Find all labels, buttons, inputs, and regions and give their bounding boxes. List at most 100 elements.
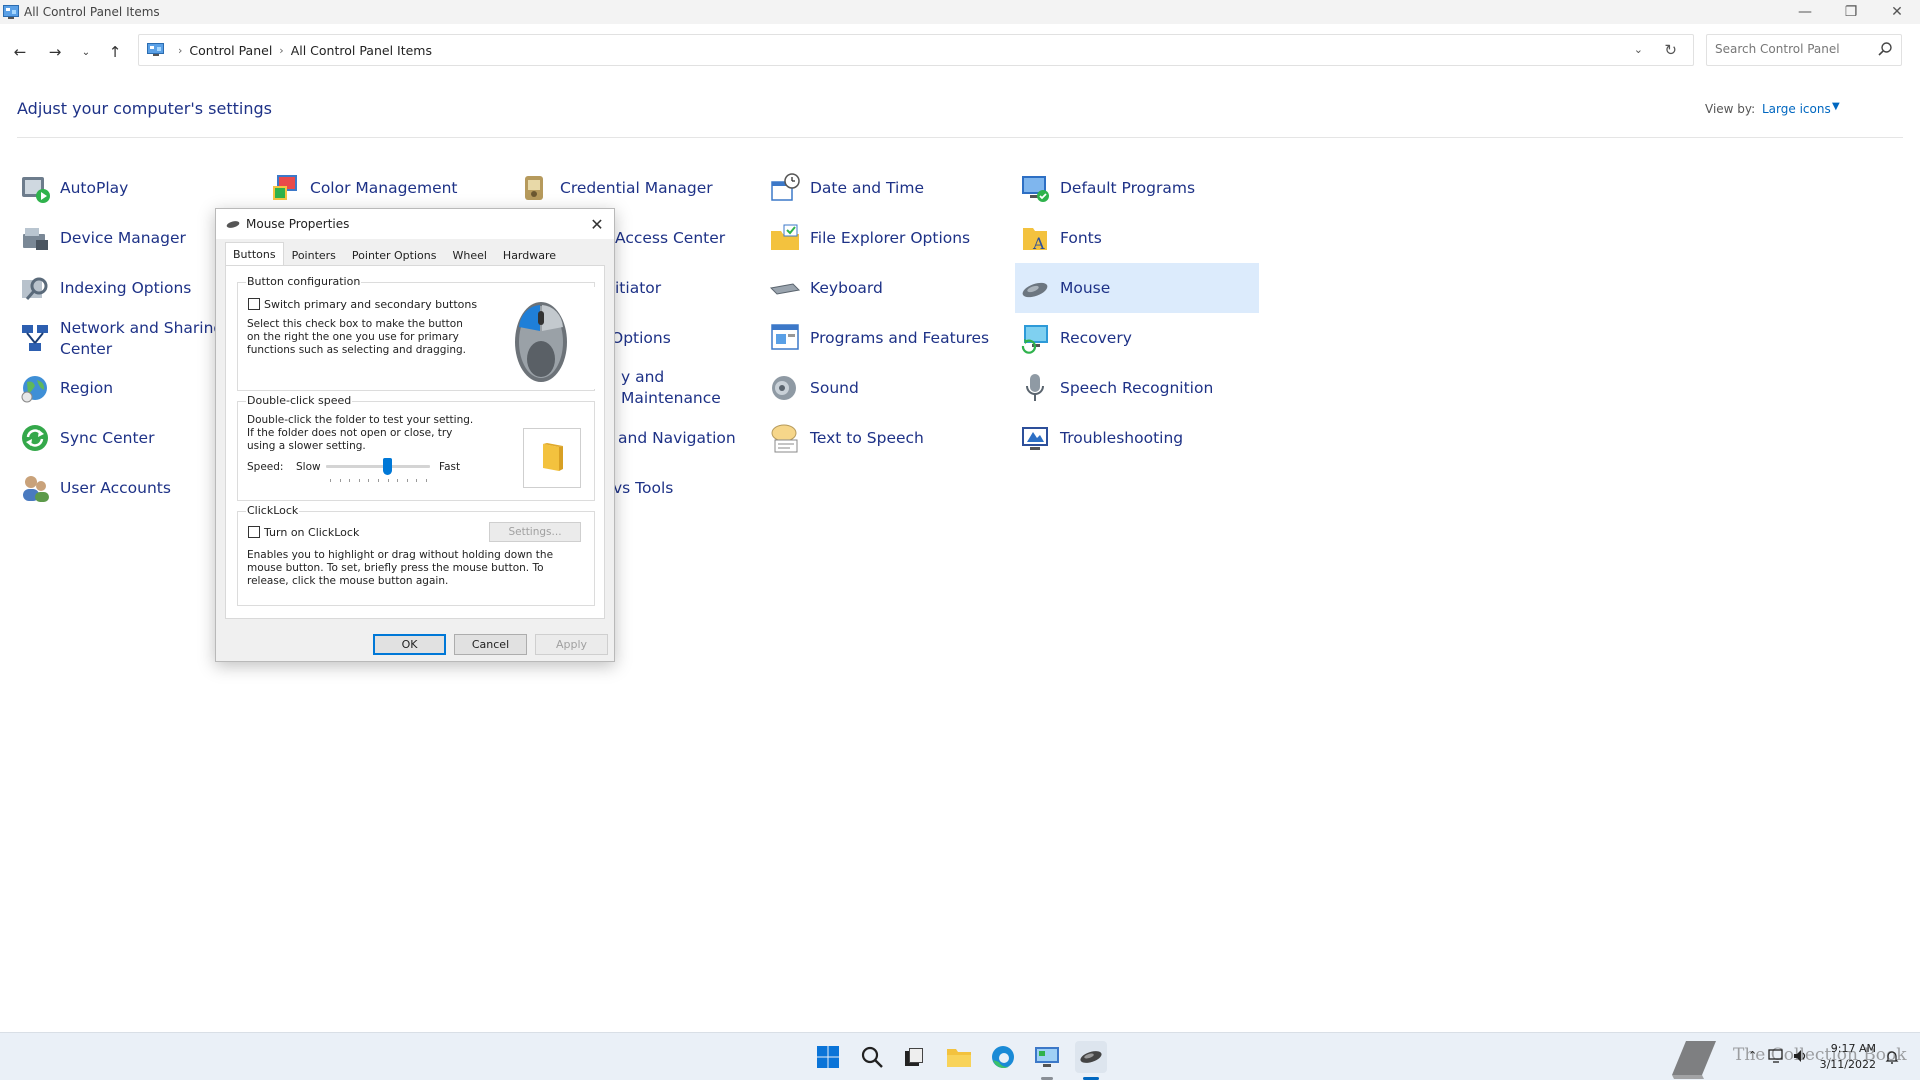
programs-features-icon xyxy=(771,324,799,350)
item-label: Recovery xyxy=(1060,328,1132,347)
item-file-explorer-options[interactable]: File Explorer Options xyxy=(765,213,1009,263)
slider-tick xyxy=(397,479,398,482)
breadcrumb-separator-icon: › xyxy=(279,43,284,57)
item-label: Programs and Features xyxy=(810,328,990,347)
item-programs-and-features[interactable]: Programs and Features xyxy=(765,313,1009,363)
up-arrow-icon[interactable]: ↑ xyxy=(101,38,129,66)
sync-center-icon xyxy=(22,425,48,451)
tray-overflow-chevron-icon[interactable]: ⌃ xyxy=(1748,1049,1757,1062)
item-sound[interactable]: Sound xyxy=(765,363,1009,413)
switch-buttons-checkbox[interactable] xyxy=(248,298,260,310)
tab-pointers[interactable]: Pointers xyxy=(284,245,344,265)
item-speech-recognition[interactable]: Speech Recognition xyxy=(1015,363,1259,413)
slider-tick xyxy=(340,479,341,482)
slider-tick xyxy=(407,479,408,482)
network-tray-icon[interactable] xyxy=(1768,1049,1784,1063)
item-autoplay[interactable]: AutoPlay xyxy=(15,163,259,213)
breadcrumb-all-items[interactable]: All Control Panel Items xyxy=(291,43,432,58)
item-keyboard[interactable]: Keyboard xyxy=(765,263,1009,313)
item-label: Date and Time xyxy=(810,178,924,197)
search-icon[interactable] xyxy=(856,1041,888,1073)
book-watermark-icon xyxy=(1672,1041,1716,1079)
recent-locations-chevron-icon[interactable]: ⌄ xyxy=(72,38,100,66)
clicklock-label[interactable]: Turn on ClickLock xyxy=(264,526,359,539)
back-arrow-icon[interactable]: ← xyxy=(6,38,34,66)
tray-time[interactable]: 9:17 AM xyxy=(1826,1042,1876,1055)
item-label: Troubleshooting xyxy=(1060,428,1184,447)
text-to-speech-icon xyxy=(771,424,798,453)
slider-tick xyxy=(349,479,350,482)
fast-label: Fast xyxy=(439,461,461,473)
header-divider xyxy=(17,137,1903,138)
item-troubleshooting[interactable]: Troubleshooting xyxy=(1015,413,1259,463)
item-color-management[interactable]: Color Management xyxy=(265,163,509,213)
folder-icon[interactable] xyxy=(537,441,567,473)
dialog-tabs: Buttons Pointers Pointer Options Wheel H… xyxy=(225,242,564,265)
address-dropdown-icon[interactable]: ⌄ xyxy=(1634,43,1643,56)
tab-wheel[interactable]: Wheel xyxy=(444,245,494,265)
credential-manager-icon xyxy=(525,176,543,200)
ok-button[interactable]: OK xyxy=(373,634,446,655)
double-click-speed-slider[interactable] xyxy=(326,458,430,486)
item-credential-manager[interactable]: Credential Manager xyxy=(515,163,759,213)
page-heading: Adjust your computer's settings xyxy=(17,99,272,118)
tab-hardware[interactable]: Hardware xyxy=(495,245,564,265)
button-configuration-group: Button configuration Switch primary and … xyxy=(237,275,596,391)
item-label: Sound xyxy=(810,378,859,397)
file-explorer-icon[interactable] xyxy=(943,1041,975,1073)
item-label: Region xyxy=(60,378,114,397)
item-label: itiator xyxy=(615,278,662,297)
search-box[interactable] xyxy=(1706,34,1902,66)
breadcrumb-separator-icon: › xyxy=(178,43,183,57)
item-date-and-time[interactable]: Date and Time xyxy=(765,163,1009,213)
minimize-icon[interactable]: — xyxy=(1782,0,1828,24)
item-label: Default Programs xyxy=(1060,178,1196,197)
cancel-button[interactable]: Cancel xyxy=(454,634,527,655)
slider-thumb[interactable] xyxy=(383,458,392,475)
mouse-properties-taskbar-icon[interactable] xyxy=(1075,1041,1107,1073)
view-by-dropdown[interactable]: Large icons xyxy=(1762,102,1831,116)
item-label: Device Manager xyxy=(60,228,186,247)
volume-tray-icon[interactable] xyxy=(1793,1049,1809,1063)
item-label: vs Tools xyxy=(613,478,674,497)
close-icon[interactable]: ✕ xyxy=(1874,0,1920,24)
tab-buttons[interactable]: Buttons xyxy=(225,242,284,265)
switch-buttons-label[interactable]: Switch primary and secondary buttons xyxy=(264,298,477,311)
clicklock-group: ClickLock Turn on ClickLock Settings... … xyxy=(237,504,595,606)
refresh-icon[interactable]: ↻ xyxy=(1664,41,1677,59)
tab-pointer-options[interactable]: Pointer Options xyxy=(344,245,445,265)
item-fonts[interactable]: A Fonts xyxy=(1015,213,1259,263)
buttons-tab-panel: Button configuration Switch primary and … xyxy=(225,265,605,619)
clicklock-checkbox[interactable] xyxy=(248,526,260,538)
item-recovery[interactable]: Recovery xyxy=(1015,313,1259,363)
item-default-programs[interactable]: Default Programs xyxy=(1015,163,1259,213)
breadcrumb-control-panel[interactable]: Control Panel xyxy=(189,43,272,58)
search-input[interactable] xyxy=(1715,42,1875,56)
search-icon[interactable] xyxy=(1877,41,1893,57)
clicklock-settings-button[interactable]: Settings... xyxy=(489,522,581,542)
region-globe-icon xyxy=(21,376,47,403)
fonts-icon: A xyxy=(1023,228,1047,253)
forward-arrow-icon[interactable]: → xyxy=(41,38,69,66)
item-mouse[interactable]: Mouse xyxy=(1015,263,1259,313)
item-text-to-speech[interactable]: Text to Speech xyxy=(765,413,1009,463)
restore-icon[interactable]: ❐ xyxy=(1828,0,1874,24)
group-label: ClickLock xyxy=(246,504,300,517)
item-label: Credential Manager xyxy=(560,178,713,197)
notifications-icon[interactable] xyxy=(1884,1049,1900,1065)
troubleshooting-icon xyxy=(1022,427,1048,450)
control-panel-taskbar-icon[interactable] xyxy=(1031,1041,1063,1073)
view-by-dropdown-arrow-icon[interactable]: ▼ xyxy=(1832,101,1840,112)
speed-label: Speed: xyxy=(247,461,284,473)
dialog-close-icon[interactable]: ✕ xyxy=(586,213,608,235)
tray-date[interactable]: 3/11/2022 xyxy=(1812,1058,1876,1071)
dialog-title-bar[interactable]: Mouse Properties ✕ xyxy=(216,209,614,239)
test-folder-area[interactable] xyxy=(523,428,581,488)
address-bar[interactable]: › Control Panel › All Control Panel Item… xyxy=(138,34,1694,66)
start-windows-icon[interactable] xyxy=(812,1041,844,1073)
item-label: Color Management xyxy=(310,178,458,197)
button-config-description: Select this check box to make the button… xyxy=(247,318,467,356)
task-view-icon[interactable] xyxy=(898,1041,930,1073)
edge-browser-icon[interactable] xyxy=(987,1041,1019,1073)
apply-button[interactable]: Apply xyxy=(535,634,608,655)
